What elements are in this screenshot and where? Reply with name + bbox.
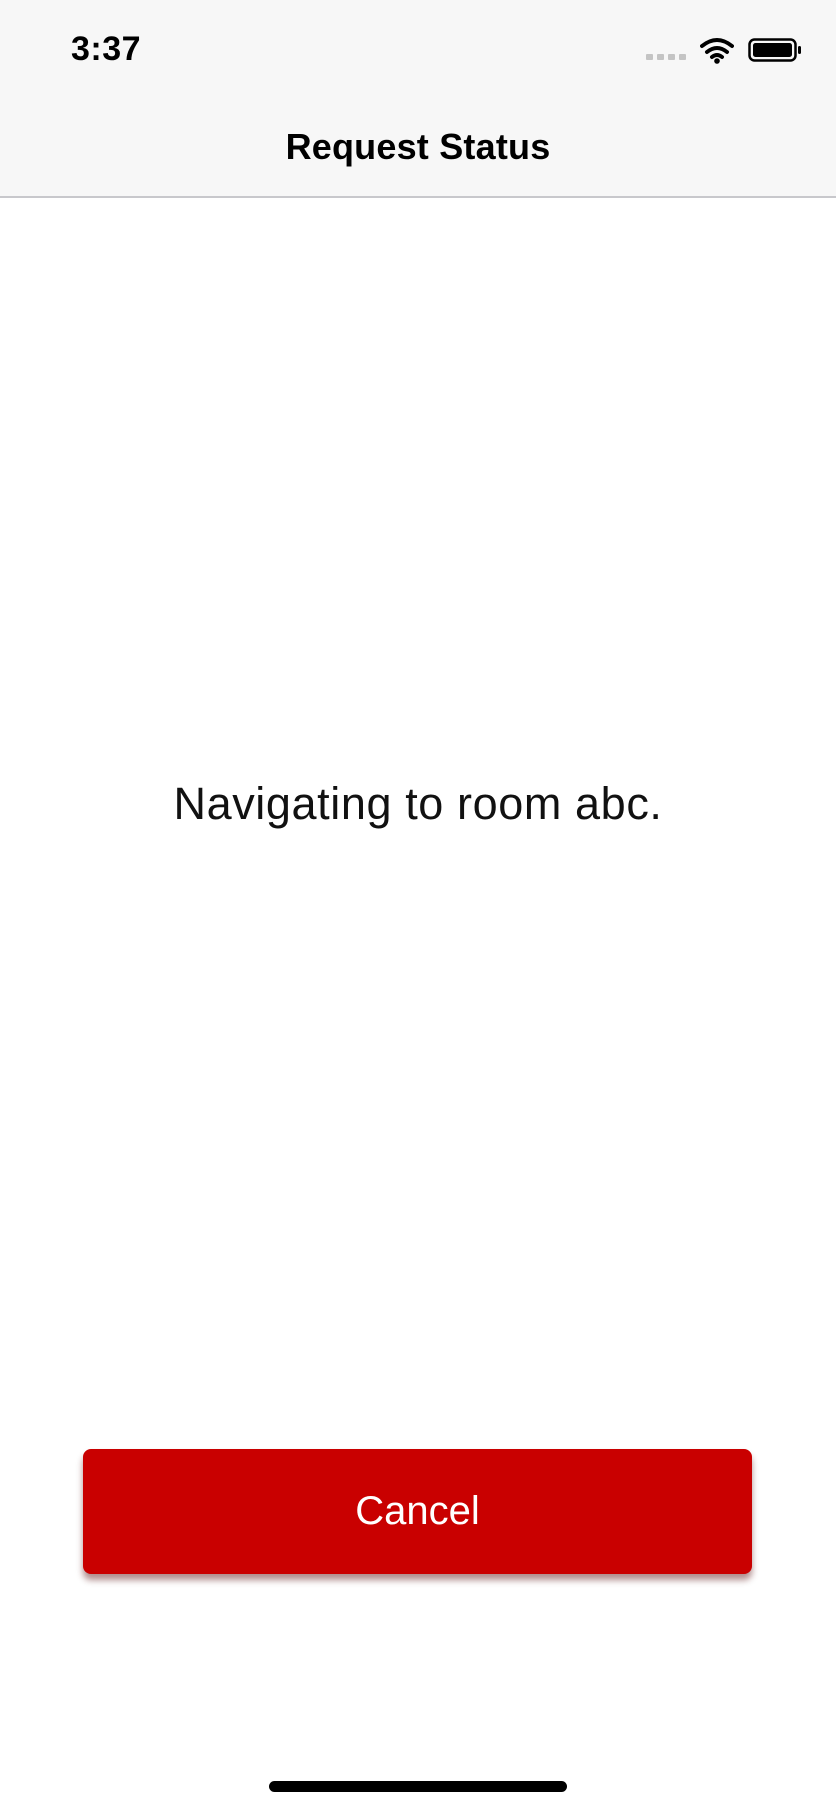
top-bar: 3:37 Request Status: [0, 0, 836, 198]
cancel-button[interactable]: Cancel: [83, 1449, 752, 1574]
status-message: Navigating to room abc.: [173, 778, 663, 829]
page-title: Request Status: [285, 126, 551, 167]
signal-icon: [646, 36, 686, 64]
battery-icon: [748, 38, 801, 62]
status-icons: [646, 36, 802, 64]
wifi-icon: [700, 38, 734, 64]
status-time: 3:37: [71, 30, 142, 68]
home-indicator[interactable]: [269, 1781, 567, 1792]
